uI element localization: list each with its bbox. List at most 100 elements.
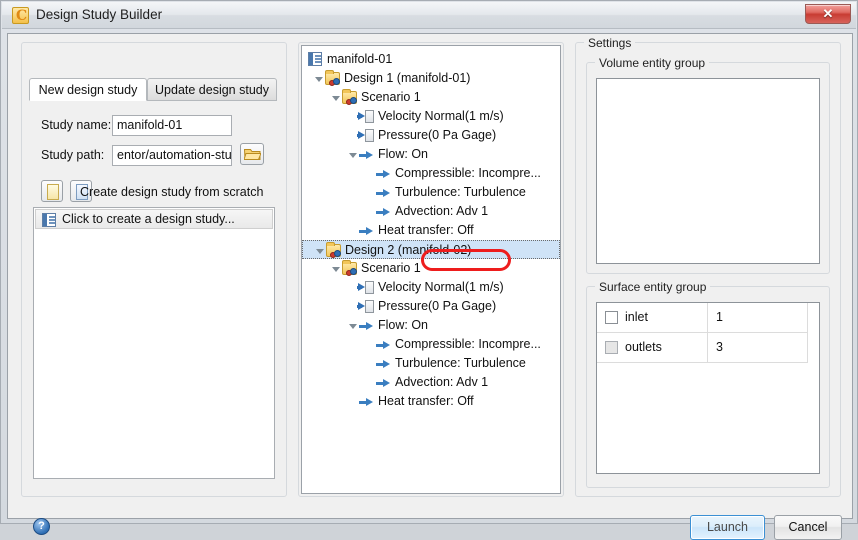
list-item[interactable]: Click to create a design study... — [35, 209, 273, 229]
tree-node-label: Advection: Adv 1 — [395, 204, 489, 218]
tree-node[interactable]: Heat transfer: Off — [302, 221, 560, 240]
design-folder-icon — [326, 242, 341, 258]
tree-node[interactable]: Scenario 1 — [302, 88, 560, 107]
scenario-folder-icon — [342, 89, 357, 105]
surface-entity-group-title: Surface entity group — [595, 280, 711, 294]
entity-name-label: outlets — [625, 340, 662, 354]
close-icon: ✕ — [822, 6, 834, 21]
tree-node[interactable]: Turbulence: Turbulence — [302, 183, 560, 202]
tree-node-label: Design 1 (manifold-01) — [344, 71, 471, 85]
tree-node[interactable]: Velocity Normal(1 m/s) — [302, 278, 560, 297]
tree-node[interactable]: Velocity Normal(1 m/s) — [302, 107, 560, 126]
tree-node-label: Flow: On — [378, 147, 429, 161]
help-icon[interactable]: ? — [33, 518, 50, 535]
study-path-input[interactable]: entor/automation-study — [112, 145, 232, 166]
tree-node[interactable]: Pressure(0 Pa Gage) — [302, 126, 560, 145]
boundary-condition-icon — [357, 300, 374, 313]
tree-node-label: Pressure(0 Pa Gage) — [378, 299, 497, 313]
tree-node[interactable]: Compressible: Incompre... — [302, 335, 560, 354]
design-study-tree[interactable]: manifold-01 Design 1 (manifold-01) Scenari… — [301, 45, 561, 494]
entity-name-label: inlet — [625, 310, 648, 324]
tree-node[interactable]: Turbulence: Turbulence — [302, 354, 560, 373]
design-study-tree-panel: manifold-01 Design 1 (manifold-01) Scenari… — [298, 42, 564, 497]
tree-expander-icon[interactable] — [315, 77, 323, 82]
title-bar: C Design Study Builder ✕ — [2, 2, 856, 29]
surface-entity-list[interactable]: inlet 1 outlets 3 — [596, 302, 820, 474]
dialog-client-area: New design study Update design study Stu… — [7, 33, 853, 540]
tab-new-design-study[interactable]: New design study — [29, 78, 147, 101]
physics-arrow-icon — [376, 189, 390, 197]
study-name-label: Study name: — [41, 118, 112, 132]
boundary-condition-icon — [357, 281, 374, 294]
tree-node-label: manifold-01 — [327, 52, 393, 66]
design-folder-icon — [325, 70, 340, 86]
tree-node[interactable]: Heat transfer: Off — [302, 392, 560, 411]
tree-expander-icon[interactable] — [316, 249, 324, 254]
tree-node[interactable]: Scenario 1 — [302, 259, 560, 278]
tree-node-label: Turbulence: Turbulence — [395, 185, 526, 199]
entity-name-cell: inlet — [597, 303, 708, 333]
tree-node[interactable]: Design 2 (manifold-02) — [302, 240, 560, 259]
tree-node-label: Velocity Normal(1 m/s) — [378, 280, 504, 294]
volume-entity-group-title: Volume entity group — [595, 56, 710, 70]
tree-node-label: Advection: Adv 1 — [395, 375, 489, 389]
tree-node[interactable]: Pressure(0 Pa Gage) — [302, 297, 560, 316]
physics-arrow-icon — [376, 208, 390, 216]
tree-node-label: Turbulence: Turbulence — [395, 356, 526, 370]
physics-arrow-icon — [376, 379, 390, 387]
tree-node[interactable]: Flow: On — [302, 316, 560, 335]
tab-update-design-study[interactable]: Update design study — [147, 78, 277, 101]
browse-folder-button[interactable] — [240, 143, 264, 165]
tree-node-label: Flow: On — [378, 318, 429, 332]
tree-node-label: Heat transfer: Off — [378, 394, 474, 408]
tree-node-label: Compressible: Incompre... — [395, 166, 541, 180]
study-name-input[interactable]: manifold-01 — [112, 115, 232, 136]
physics-arrow-icon — [376, 170, 390, 178]
scenario-folder-icon — [342, 260, 357, 276]
tree-node[interactable]: Advection: Adv 1 — [302, 202, 560, 221]
app-logo-glyph: C — [16, 8, 28, 24]
app-logo-icon: C — [12, 7, 29, 24]
tree-node-label: Scenario 1 — [361, 261, 421, 275]
help-glyph: ? — [38, 520, 45, 532]
tree-node[interactable]: manifold-01 — [302, 50, 560, 69]
study-path-label: Study path: — [41, 148, 105, 162]
design-study-tabs: New design study Update design study — [29, 78, 277, 101]
tree-node[interactable]: Design 1 (manifold-01) — [302, 69, 560, 88]
tree-node[interactable]: Compressible: Incompre... — [302, 164, 560, 183]
table-row[interactable]: outlets 3 — [597, 333, 808, 363]
tree-node-label: Pressure(0 Pa Gage) — [378, 128, 497, 142]
close-button[interactable]: ✕ — [805, 4, 851, 24]
entity-value-cell: 1 — [708, 303, 808, 333]
launch-button[interactable]: Launch — [690, 515, 765, 540]
tree-node-label: Scenario 1 — [361, 90, 421, 104]
tree-node-label: Heat transfer: Off — [378, 223, 474, 237]
cancel-button[interactable]: Cancel — [774, 515, 842, 540]
entity-value-cell: 3 — [708, 333, 808, 363]
tree-node[interactable]: Flow: On — [302, 145, 560, 164]
entity-checkbox[interactable] — [605, 341, 618, 354]
physics-arrow-icon — [359, 398, 373, 406]
settings-title: Settings — [584, 36, 636, 50]
study-root-icon — [308, 52, 322, 66]
tree-expander-icon[interactable] — [349, 324, 357, 329]
design-study-listbox[interactable]: Click to create a design study... — [33, 207, 275, 479]
entity-value-label: 3 — [716, 340, 723, 354]
tree-expander-icon[interactable] — [349, 153, 357, 158]
physics-arrow-icon — [376, 341, 390, 349]
boundary-condition-icon — [357, 110, 374, 123]
new-design-study-button[interactable] — [41, 180, 63, 202]
entity-checkbox[interactable] — [605, 311, 618, 324]
new-page-icon — [47, 184, 59, 200]
physics-arrow-icon — [359, 322, 373, 330]
folder-open-icon — [244, 149, 261, 160]
window-title: Design Study Builder — [36, 7, 163, 22]
tree-expander-icon[interactable] — [332, 96, 340, 101]
design-study-icon — [42, 213, 56, 227]
boundary-condition-icon — [357, 129, 374, 142]
table-row[interactable]: inlet 1 — [597, 303, 808, 333]
volume-entity-list[interactable] — [596, 78, 820, 264]
tree-node[interactable]: Advection: Adv 1 — [302, 373, 560, 392]
tree-expander-icon[interactable] — [332, 267, 340, 272]
tree-node-label: Compressible: Incompre... — [395, 337, 541, 351]
